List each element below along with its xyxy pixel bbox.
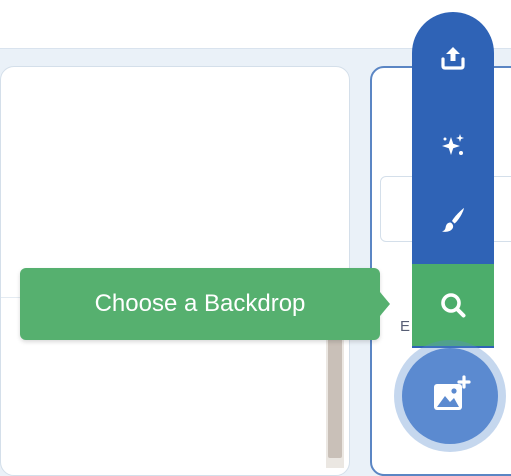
upload-icon (441, 47, 465, 70)
surprise-backdrop-button[interactable] (412, 108, 494, 184)
upload-backdrop-button[interactable] (412, 20, 494, 96)
paint-icon (442, 208, 464, 232)
paint-backdrop-button[interactable] (412, 182, 494, 258)
tooltip-label: Choose a Backdrop (94, 290, 306, 317)
search-icon (441, 293, 466, 318)
add-backdrop-button[interactable] (402, 348, 498, 444)
tooltip-pointer (380, 292, 390, 316)
choose-backdrop-button[interactable] (412, 264, 494, 346)
surprise-icon (442, 134, 464, 155)
choose-backdrop-tooltip: Choose a Backdrop (20, 268, 380, 340)
add-backdrop-icon (434, 375, 471, 410)
